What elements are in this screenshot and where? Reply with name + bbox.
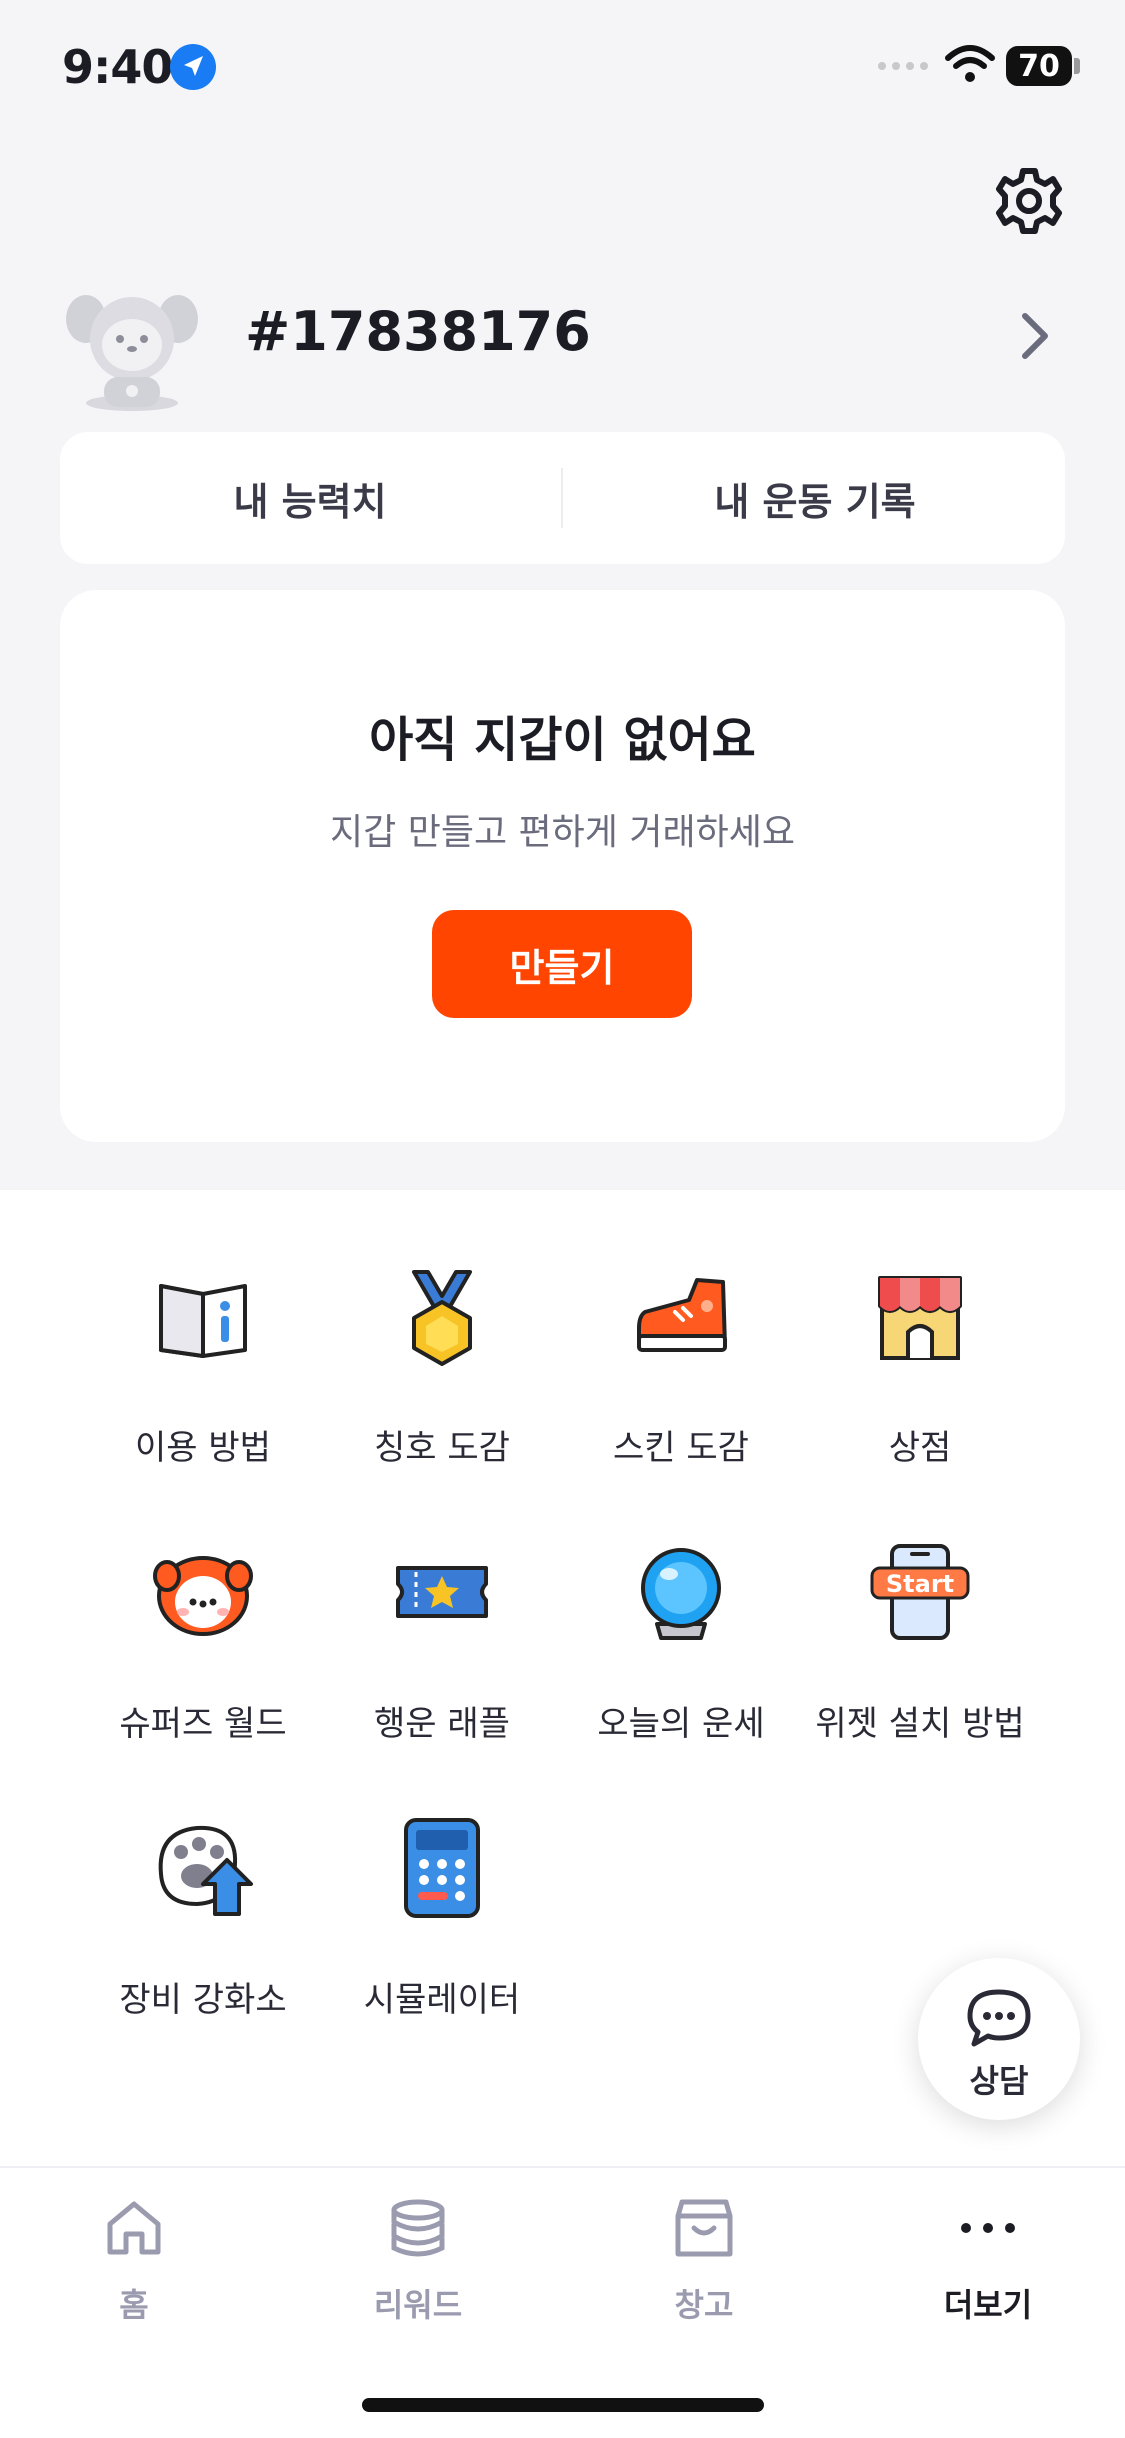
- menu-label: 스킨 도감: [613, 1428, 749, 1468]
- nav-label: 홈: [119, 2286, 149, 2324]
- home-icon: [104, 2198, 164, 2258]
- battery-icon: 70: [1006, 46, 1072, 86]
- wallet-title: 아직 지갑이 없어요: [369, 712, 756, 768]
- shop-icon: [870, 1266, 970, 1366]
- book-info-icon: [153, 1266, 253, 1366]
- nav-more[interactable]: 더보기: [888, 2198, 1088, 2348]
- menu-label: 슈퍼즈 월드: [119, 1704, 287, 1744]
- nav-rewards[interactable]: 리워드: [318, 2198, 518, 2348]
- user-id[interactable]: #17838176: [245, 300, 591, 363]
- stats-tabs: 내 능력치 내 운동 기록: [60, 432, 1065, 564]
- chevron-right-icon[interactable]: [1015, 308, 1055, 368]
- nav-label: 리워드: [373, 2286, 463, 2324]
- nav-label: 더보기: [943, 2286, 1033, 2324]
- puppy-face-icon: [153, 1542, 253, 1642]
- storage-box-icon: [674, 2198, 734, 2258]
- menu-label: 오늘의 운세: [597, 1704, 765, 1744]
- menu-item-todays-fortune[interactable]: 오늘의 운세: [561, 1542, 801, 1744]
- menu-item-supers-world[interactable]: 슈퍼즈 월드: [83, 1542, 323, 1744]
- menu-item-title-collection[interactable]: 칭호 도감: [322, 1266, 562, 1468]
- medal-icon: [392, 1266, 492, 1366]
- menu-item-skin-collection[interactable]: 스킨 도감: [561, 1266, 801, 1468]
- crystal-ball-icon: [631, 1542, 731, 1642]
- calculator-icon: [392, 1818, 492, 1918]
- home-indicator: [362, 2398, 764, 2412]
- menu-label: 시뮬레이터: [363, 1980, 521, 2020]
- cellular-signal-icon: [878, 62, 928, 70]
- menu-item-gear-upgrade[interactable]: 장비 강화소: [83, 1818, 323, 2020]
- chat-bubble-icon: [966, 1988, 1032, 2052]
- paw-upgrade-icon: [153, 1818, 253, 1918]
- menu-label: 이용 방법: [135, 1428, 271, 1468]
- menu-item-widget-setup[interactable]: Start 위젯 설치 방법: [800, 1542, 1040, 1744]
- menu-item-how-to-use[interactable]: 이용 방법: [83, 1266, 323, 1468]
- svg-text:Start: Start: [886, 1570, 954, 1598]
- settings-gear-icon[interactable]: [993, 165, 1065, 241]
- menu-label: 장비 강화소: [119, 1980, 287, 2020]
- wallet-card: 아직 지갑이 없어요 지갑 만들고 편하게 거래하세요 만들기: [60, 590, 1065, 1142]
- menu-item-simulator[interactable]: 시뮬레이터: [322, 1818, 562, 2020]
- status-time: 9:40: [62, 40, 173, 94]
- menu-item-shop[interactable]: 상점: [800, 1266, 1040, 1468]
- wifi-icon: [945, 44, 995, 88]
- tab-my-stats[interactable]: 내 능력치: [60, 432, 560, 564]
- menu-label: 상점: [888, 1428, 952, 1468]
- chat-button-label: 상담: [969, 2062, 1029, 2100]
- coins-icon: [388, 2198, 448, 2258]
- more-dots-icon: [958, 2198, 1018, 2258]
- menu-label: 행운 래플: [374, 1704, 510, 1744]
- menu-item-lucky-raffle[interactable]: 행운 래플: [322, 1542, 562, 1744]
- tab-my-workout-records[interactable]: 내 운동 기록: [565, 432, 1065, 564]
- avatar[interactable]: [64, 285, 200, 413]
- ticket-icon: [392, 1542, 492, 1642]
- create-wallet-button[interactable]: 만들기: [432, 910, 692, 1018]
- battery-cap: [1074, 58, 1080, 74]
- nav-label: 창고: [674, 2286, 734, 2324]
- sneaker-icon: [631, 1266, 731, 1366]
- location-arrow-icon: [170, 44, 216, 90]
- tab-divider: [561, 468, 563, 528]
- wallet-subtitle: 지갑 만들고 편하게 거래하세요: [330, 812, 795, 853]
- nav-storage[interactable]: 창고: [604, 2198, 804, 2348]
- menu-label: 칭호 도감: [374, 1428, 510, 1468]
- consultation-chat-button[interactable]: 상담: [918, 1958, 1080, 2120]
- nav-home[interactable]: 홈: [34, 2198, 234, 2348]
- menu-label: 위젯 설치 방법: [815, 1704, 1025, 1744]
- phone-start-icon: Start: [870, 1542, 970, 1642]
